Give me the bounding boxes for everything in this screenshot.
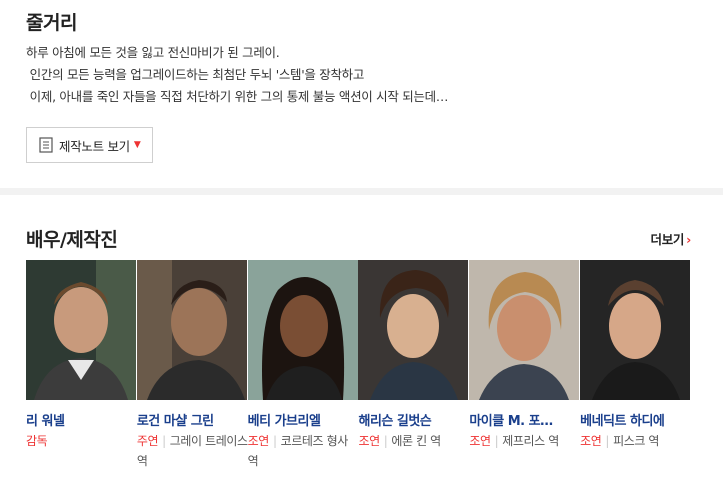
cast-name[interactable]: 베티 가브리엘 — [248, 410, 359, 429]
person-photo-icon[interactable] — [358, 260, 469, 400]
cast-name[interactable]: 로건 마샬 그린 — [137, 410, 248, 429]
cast-role: 조연 | 코르테즈 형사 역 — [248, 431, 359, 471]
cast-item[interactable]: 리 워넬 감독 — [26, 260, 137, 471]
cast-name[interactable]: 해리슨 길벗슨 — [358, 410, 469, 429]
more-link-label: 더보기 — [650, 232, 685, 247]
more-link[interactable]: 더보기 › — [650, 229, 692, 248]
cast-list: 리 워넬 감독 로건 마샬 그린 주연 | 그레이 트레이스 역 베티 가브리엘 조… — [26, 260, 691, 471]
synopsis-line: 하루 아침에 모든 것을 잃고 전신마비가 된 그레이. — [26, 45, 280, 60]
cast-role: 감독 — [26, 431, 137, 451]
cast-item[interactable]: 로건 마샬 그린 주연 | 그레이 트레이스 역 — [136, 260, 248, 471]
cast-name[interactable]: 리 워넬 — [26, 410, 137, 429]
role-separator: | — [162, 434, 166, 448]
person-photo-icon[interactable] — [469, 260, 580, 400]
synopsis-line: 인간의 모든 능력을 업그레이드하는 최첨단 두뇌 '스템'을 장착하고 — [26, 67, 365, 82]
synopsis-title: 줄거리 — [26, 12, 77, 34]
cast-item[interactable]: 베네딕트 하디에 조연 | 피스크 역 — [580, 260, 691, 471]
person-photo-icon[interactable] — [26, 260, 136, 400]
person-photo-icon[interactable] — [580, 260, 691, 400]
production-notes-label: 제작노트 보기 — [59, 138, 130, 154]
cast-role-type: 감독 — [26, 434, 48, 448]
role-separator: | — [383, 434, 388, 448]
cast-name[interactable]: 베네딕트 하디에 — [580, 410, 691, 429]
role-separator: | — [494, 434, 499, 448]
cast-role-name: 제프리스 역 — [502, 434, 559, 448]
synopsis-text: 하루 아침에 모든 것을 잃고 전신마비가 된 그레이. 인간의 모든 능력을 … — [26, 42, 448, 108]
cast-role-type: 조연 — [469, 434, 491, 448]
cast-name[interactable]: 마이클 M. 포… — [469, 410, 580, 429]
cast-item[interactable]: 해리슨 길벗슨 조연 | 에론 킨 역 — [358, 260, 469, 471]
cast-item[interactable]: 마이클 M. 포… 조연 | 제프리스 역 — [469, 260, 580, 471]
caret-down-icon: ▼ — [133, 140, 141, 150]
cast-role: 주연 | 그레이 트레이스 역 — [137, 431, 248, 471]
cast-role: 조연 | 제프리스 역 — [469, 431, 580, 451]
cast-role-type: 조연 — [358, 434, 380, 448]
production-notes-button[interactable]: 제작노트 보기 ▼ — [26, 127, 153, 163]
person-photo-icon[interactable] — [136, 260, 247, 400]
cast-role: 조연 | 에론 킨 역 — [358, 431, 469, 451]
cast-role-type: 조연 — [580, 434, 602, 448]
cast-title: 배우/제작진 — [26, 229, 118, 251]
cast-role-type: 조연 — [247, 434, 270, 448]
role-separator: | — [272, 434, 277, 448]
cast-role-type: 주연 — [136, 434, 159, 448]
chevron-right-icon: › — [686, 232, 691, 247]
synopsis-line: 이제, 아내를 죽인 자들을 직접 처단하기 위한 그의 통제 불능 액션이 시… — [26, 89, 449, 104]
role-separator: | — [605, 434, 610, 448]
cast-role-name: 피스크 역 — [613, 434, 660, 448]
cast-role-name: 에론 킨 역 — [391, 434, 441, 448]
person-photo-icon[interactable] — [247, 260, 358, 400]
section-divider — [0, 188, 723, 195]
cast-role: 조연 | 피스크 역 — [580, 431, 691, 451]
cast-item[interactable]: 베티 가브리엘 조연 | 코르테즈 형사 역 — [247, 260, 359, 471]
document-icon — [39, 137, 53, 153]
